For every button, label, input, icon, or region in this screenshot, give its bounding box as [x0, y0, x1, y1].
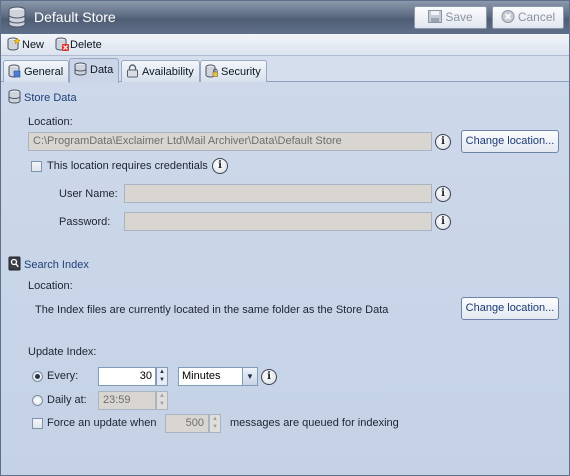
daily-label: Daily at:	[47, 394, 87, 406]
store-location-label: Location:	[28, 116, 73, 128]
spin-down-icon[interactable]: ▼	[157, 400, 167, 408]
user-name-label: User Name:	[59, 188, 118, 200]
title-bar: Default Store Save Cancel	[1, 1, 569, 34]
delete-button[interactable]: Delete	[55, 37, 102, 51]
daily-time-input[interactable]: 23:59	[98, 391, 156, 410]
tab-general[interactable]: General	[3, 60, 70, 82]
index-location-text: The Index files are currently located in…	[35, 304, 389, 316]
tab-security[interactable]: Security	[200, 60, 267, 82]
tab-general-label: General	[24, 66, 64, 78]
new-button[interactable]: New	[7, 37, 44, 51]
general-icon	[8, 64, 21, 78]
every-label: Every:	[47, 370, 79, 382]
database-icon	[8, 6, 26, 28]
window-title: Default Store	[34, 9, 116, 25]
interval-unit-select[interactable]: Minutes ▼	[178, 367, 258, 386]
info-icon[interactable]: i	[212, 158, 228, 174]
cancel-button-label: Cancel	[517, 10, 556, 24]
index-location-label: Location:	[28, 280, 73, 292]
every-radio[interactable]	[32, 371, 43, 382]
lock-icon	[127, 64, 138, 78]
spin-up-icon[interactable]: ▲	[157, 392, 167, 400]
credentials-label: This location requires credentials	[47, 160, 208, 172]
store-location-field[interactable]: C:\ProgramData\Exclaimer Ltd\Mail Archiv…	[28, 132, 432, 151]
security-icon	[205, 64, 218, 78]
data-tab-panel: Store Data Location: C:\ProgramData\Excl…	[1, 82, 569, 475]
tab-data-label: Data	[90, 64, 114, 76]
info-icon[interactable]: i	[261, 369, 277, 385]
tab-strip: General Data Availability Security	[1, 57, 569, 83]
force-update-suffix: messages are queued for indexing	[230, 417, 399, 429]
toolbar: New Delete	[1, 34, 569, 56]
delete-database-icon	[55, 37, 69, 51]
store-properties-window: Default Store Save Cancel New Delete Gen…	[0, 0, 570, 476]
tab-availability[interactable]: Availability	[121, 60, 200, 82]
tab-security-label: Security	[221, 66, 261, 78]
search-index-heading-text: Search Index	[24, 259, 89, 271]
spin-down-icon[interactable]: ▼	[157, 376, 167, 384]
every-interval-input[interactable]: 30	[98, 367, 156, 386]
every-interval-spinner[interactable]: ▲ ▼	[156, 367, 168, 386]
new-button-label: New	[22, 39, 45, 51]
credentials-checkbox[interactable]	[31, 161, 42, 172]
force-count-spinner[interactable]: ▲ ▼	[209, 414, 221, 433]
daily-time-spinner[interactable]: ▲ ▼	[156, 391, 168, 410]
info-icon[interactable]: i	[435, 214, 451, 230]
spin-down-icon[interactable]: ▼	[210, 423, 220, 431]
delete-button-label: Delete	[70, 39, 102, 51]
cancel-icon	[501, 10, 515, 23]
spin-up-icon[interactable]: ▲	[210, 415, 220, 423]
info-icon[interactable]: i	[435, 186, 451, 202]
force-update-checkbox[interactable]	[32, 418, 43, 429]
store-data-heading-text: Store Data	[24, 92, 77, 104]
new-database-icon	[7, 37, 21, 51]
store-change-location-button[interactable]: Change location...	[461, 130, 559, 153]
force-count-input[interactable]: 500	[165, 414, 209, 433]
index-change-location-button[interactable]: Change location...	[461, 297, 559, 320]
password-label: Password:	[59, 216, 111, 228]
save-button-label: Save	[445, 10, 473, 24]
user-name-field[interactable]	[124, 184, 432, 203]
search-index-icon	[8, 256, 21, 271]
tab-availability-label: Availability	[142, 66, 194, 78]
interval-unit-value: Minutes	[182, 370, 221, 382]
cancel-button[interactable]: Cancel	[492, 6, 564, 29]
password-field[interactable]	[124, 212, 432, 231]
info-icon[interactable]: i	[435, 134, 451, 150]
daily-radio[interactable]	[32, 395, 43, 406]
chevron-down-icon[interactable]: ▼	[242, 368, 257, 385]
database-icon	[8, 89, 21, 104]
search-index-heading: Search Index	[8, 256, 89, 271]
floppy-disk-icon	[428, 10, 443, 23]
store-data-heading: Store Data	[8, 89, 77, 104]
spin-up-icon[interactable]: ▲	[157, 368, 167, 376]
update-index-label: Update Index:	[28, 346, 97, 358]
save-button[interactable]: Save	[414, 6, 487, 29]
database-icon	[74, 62, 87, 76]
tab-data[interactable]: Data	[69, 58, 120, 83]
force-update-label: Force an update when	[47, 417, 157, 429]
